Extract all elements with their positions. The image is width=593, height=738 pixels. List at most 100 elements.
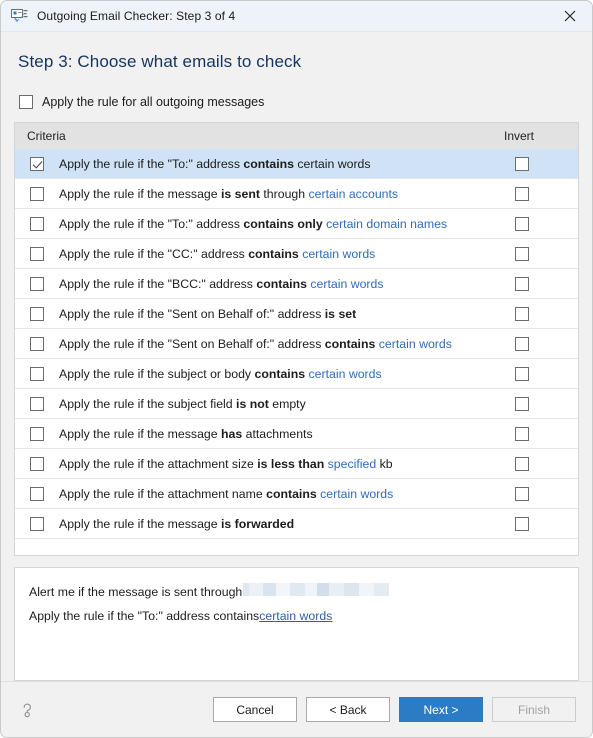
window-title: Outgoing Email Checker: Step 3 of 4	[37, 9, 236, 23]
summary-alert-prefix: Alert me if the message is sent through	[29, 585, 243, 599]
criteria-link[interactable]: certain words	[310, 277, 383, 291]
table-row[interactable]: Apply the rule if the "Sent on Behalf of…	[15, 299, 578, 329]
criteria-checkbox-cell[interactable]	[15, 186, 59, 201]
criteria-checkbox-cell[interactable]	[15, 516, 59, 531]
table-row[interactable]: Apply the rule if the "To:" address cont…	[15, 149, 578, 179]
redacted-account-name	[243, 583, 390, 596]
invert-checkbox-cell[interactable]	[504, 306, 578, 321]
criteria-checkbox-cell[interactable]	[15, 426, 59, 441]
table-row[interactable]: Apply the rule if the "BCC:" address con…	[15, 269, 578, 299]
criteria-checkbox-cell[interactable]	[15, 246, 59, 261]
criteria-checkbox[interactable]	[30, 306, 44, 321]
table-row[interactable]: Apply the rule if the message is forward…	[15, 509, 578, 539]
criteria-link[interactable]: certain accounts	[309, 187, 399, 201]
invert-checkbox[interactable]	[515, 246, 529, 261]
criteria-checkbox-cell[interactable]	[15, 456, 59, 471]
criteria-checkbox[interactable]	[30, 216, 44, 231]
criteria-checkbox-cell[interactable]	[15, 336, 59, 351]
table-row[interactable]: Apply the rule if the message has attach…	[15, 419, 578, 449]
invert-checkbox[interactable]	[515, 336, 529, 351]
invert-checkbox-cell[interactable]	[504, 366, 578, 381]
criteria-checkbox-cell[interactable]	[15, 366, 59, 381]
summary-rule-link[interactable]: certain words	[259, 609, 332, 623]
invert-checkbox-cell[interactable]	[504, 156, 578, 171]
criteria-checkbox-cell[interactable]	[15, 486, 59, 501]
invert-checkbox-cell[interactable]	[504, 216, 578, 231]
email-check-icon	[11, 8, 29, 24]
summary-line-rule: Apply the rule if the "To:" address cont…	[29, 609, 564, 623]
criteria-link[interactable]: certain words	[309, 367, 382, 381]
invert-checkbox[interactable]	[515, 186, 529, 201]
criteria-link[interactable]: specified	[328, 457, 377, 471]
criteria-checkbox[interactable]	[30, 486, 44, 501]
criteria-checkbox[interactable]	[30, 336, 44, 351]
invert-checkbox-cell[interactable]	[504, 396, 578, 411]
next-button[interactable]: Next >	[399, 697, 483, 722]
criteria-label: Apply the rule if the "Sent on Behalf of…	[59, 306, 357, 321]
criteria-checkbox[interactable]	[30, 516, 44, 531]
table-row[interactable]: Apply the rule if the "Sent on Behalf of…	[15, 329, 578, 359]
invert-checkbox[interactable]	[515, 516, 529, 531]
invert-checkbox-cell[interactable]	[504, 246, 578, 261]
table-row[interactable]: Apply the rule if the attachment name co…	[15, 479, 578, 509]
criteria-label: Apply the rule if the "To:" address cont…	[59, 156, 371, 171]
rule-summary-panel: Alert me if the message is sent through …	[14, 567, 579, 681]
invert-checkbox-cell[interactable]	[504, 276, 578, 291]
table-row[interactable]: Apply the rule if the "To:" address cont…	[15, 209, 578, 239]
criteria-checkbox[interactable]	[30, 396, 44, 411]
criteria-checkbox[interactable]	[30, 276, 44, 291]
criteria-checkbox[interactable]	[30, 366, 44, 381]
invert-checkbox[interactable]	[515, 276, 529, 291]
criteria-checkbox[interactable]	[30, 426, 44, 441]
apply-all-outgoing-row[interactable]: Apply the rule for all outgoing messages	[19, 95, 579, 109]
table-row[interactable]: Apply the rule if the subject or body co…	[15, 359, 578, 389]
criteria-checkbox-cell[interactable]	[15, 216, 59, 231]
invert-checkbox-cell[interactable]	[504, 456, 578, 471]
criteria-label: Apply the rule if the attachment size is…	[59, 456, 393, 471]
criteria-checkbox[interactable]	[30, 456, 44, 471]
invert-checkbox-cell[interactable]	[504, 186, 578, 201]
criteria-checkbox-cell[interactable]	[15, 306, 59, 321]
criteria-checkbox[interactable]	[30, 156, 44, 171]
wizard-dialog: Outgoing Email Checker: Step 3 of 4 Step…	[0, 0, 593, 738]
invert-checkbox-cell[interactable]	[504, 516, 578, 531]
criteria-label: Apply the rule if the message is forward…	[59, 516, 295, 531]
invert-checkbox-cell[interactable]	[504, 486, 578, 501]
back-button[interactable]: < Back	[306, 697, 390, 722]
apply-all-outgoing-checkbox[interactable]	[19, 95, 33, 109]
criteria-list-tail	[15, 539, 578, 555]
criteria-checkbox-cell[interactable]	[15, 396, 59, 411]
criteria-checkbox[interactable]	[30, 186, 44, 201]
invert-checkbox[interactable]	[515, 396, 529, 411]
title-bar: Outgoing Email Checker: Step 3 of 4	[1, 1, 592, 32]
close-button[interactable]	[547, 1, 592, 32]
table-row[interactable]: Apply the rule if the message is sent th…	[15, 179, 578, 209]
criteria-link[interactable]: certain words	[379, 337, 452, 351]
criteria-checkbox[interactable]	[30, 246, 44, 261]
table-row[interactable]: Apply the rule if the subject field is n…	[15, 389, 578, 419]
invert-checkbox-cell[interactable]	[504, 426, 578, 441]
invert-checkbox[interactable]	[515, 366, 529, 381]
criteria-checkbox-cell[interactable]	[15, 276, 59, 291]
invert-checkbox[interactable]	[515, 216, 529, 231]
cancel-button[interactable]: Cancel	[213, 697, 297, 722]
table-row[interactable]: Apply the rule if the "CC:" address cont…	[15, 239, 578, 269]
table-row[interactable]: Apply the rule if the attachment size is…	[15, 449, 578, 479]
criteria-link[interactable]: certain words	[302, 247, 375, 261]
criteria-label: Apply the rule if the "To:" address cont…	[59, 216, 448, 231]
invert-checkbox[interactable]	[515, 426, 529, 441]
criteria-label: Apply the rule if the "CC:" address cont…	[59, 246, 376, 261]
criteria-checkbox-cell[interactable]	[15, 156, 59, 171]
criteria-label: Apply the rule if the attachment name co…	[59, 486, 394, 501]
help-question-icon[interactable]	[17, 700, 37, 720]
criteria-link[interactable]: certain words	[320, 487, 393, 501]
invert-checkbox[interactable]	[515, 156, 529, 171]
criteria-link[interactable]: certain domain names	[326, 217, 447, 231]
finish-button: Finish	[492, 697, 576, 722]
criteria-label: Apply the rule if the subject field is n…	[59, 396, 306, 411]
invert-checkbox[interactable]	[515, 486, 529, 501]
invert-checkbox-cell[interactable]	[504, 336, 578, 351]
invert-checkbox[interactable]	[515, 456, 529, 471]
invert-checkbox[interactable]	[515, 306, 529, 321]
summary-line-alert: Alert me if the message is sent through	[29, 583, 564, 599]
